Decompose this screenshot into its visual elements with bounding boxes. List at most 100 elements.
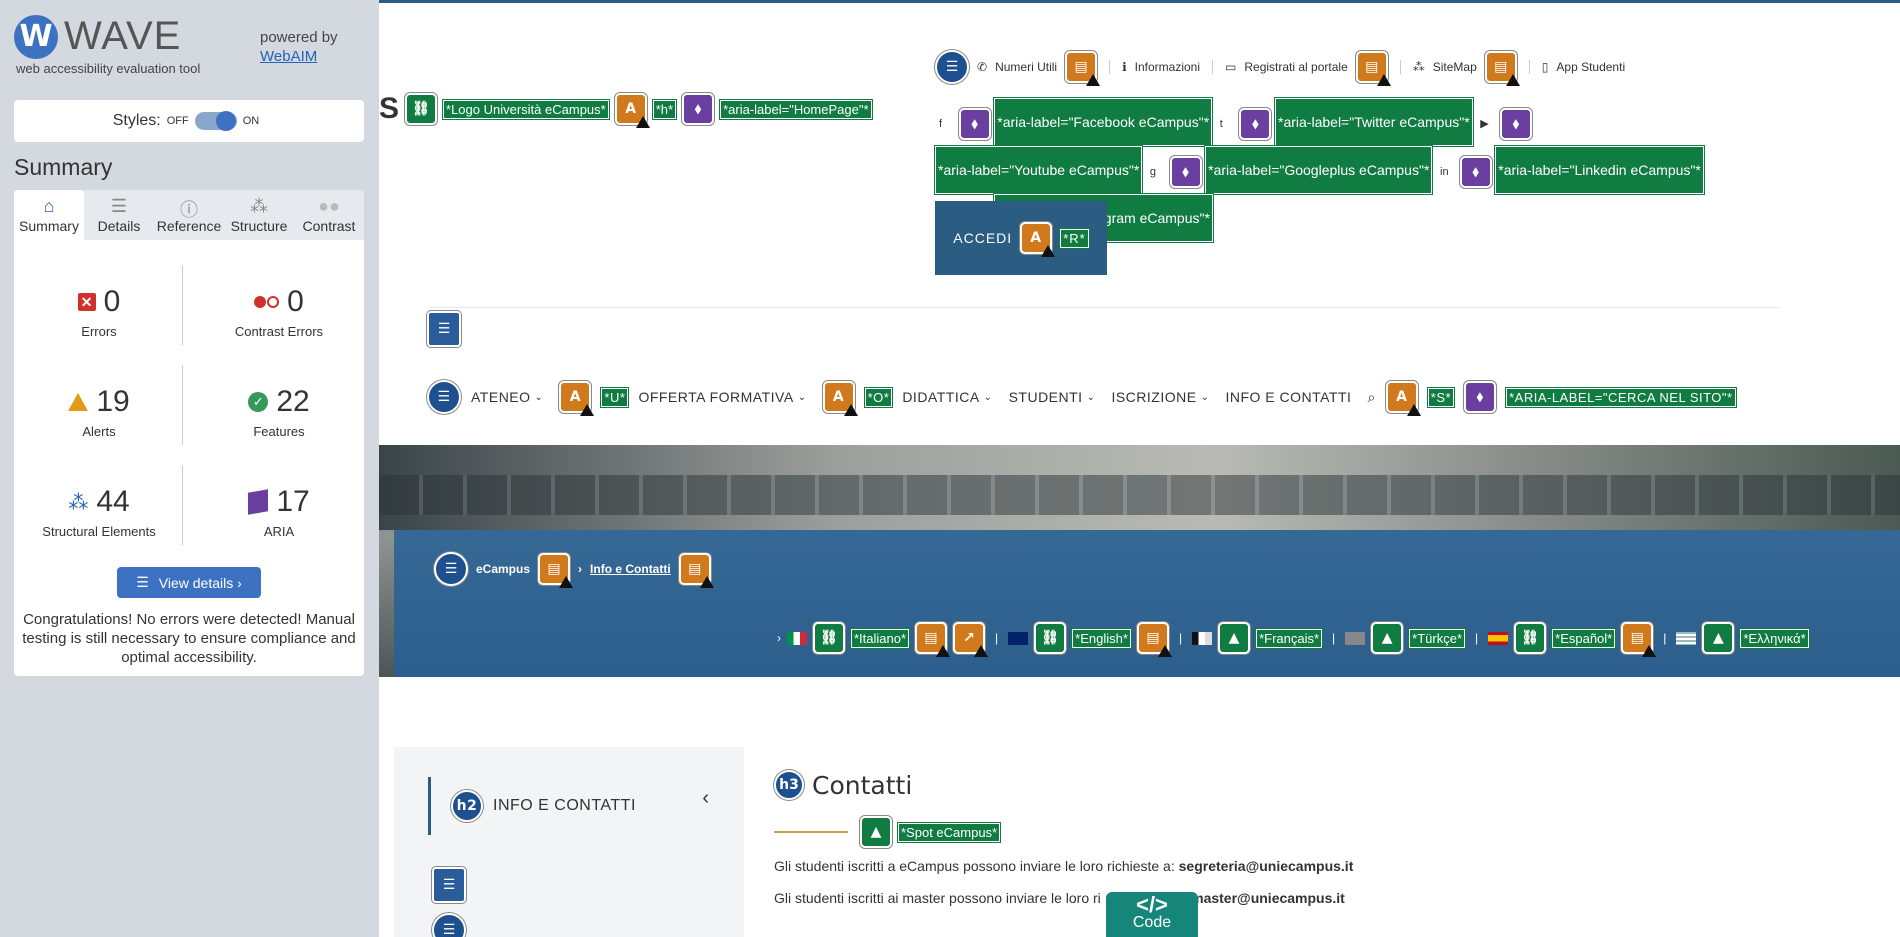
flag-italy-icon [787, 631, 807, 645]
aria-count: 17 [276, 485, 310, 518]
nav-ateneo[interactable]: ATENEO ⌄ [471, 389, 543, 405]
card-icon: ▭ [1225, 60, 1237, 74]
search-icon[interactable]: ⌕ [1367, 389, 1375, 406]
accedi-button[interactable]: ACCEDI A *R* [935, 201, 1107, 275]
chevron-right-icon: › [578, 562, 583, 576]
nav-iscrizione[interactable]: ISCRIZIONE ⌄ [1111, 389, 1209, 405]
chevron-down-icon: ⌄ [1086, 391, 1096, 403]
nav-didattica[interactable]: DIDATTICA ⌄ [902, 389, 992, 405]
contact-line-master: Gli studenti iscritti ai master possono … [774, 890, 1874, 906]
alert-icon: ▤ [915, 622, 951, 657]
contrast-error-icon [254, 296, 280, 308]
main-content: h3 Contatti ▲ *Spot eCampus* Gli student… [774, 770, 1874, 906]
utility-numeri-utili[interactable]: Numeri Utili [995, 60, 1057, 74]
nav-studenti[interactable]: STUDENTI ⌄ [1009, 389, 1096, 405]
check-icon: ✓ [248, 392, 269, 412]
lang-greek[interactable]: *Ελληνικά* [1739, 627, 1810, 649]
structural-count: 44 [96, 485, 130, 518]
nav-info-contatti[interactable]: INFO E CONTATTI [1225, 389, 1351, 405]
linkedin-aria-tag: *aria-label="Linkedin eCampus"* [1494, 145, 1705, 195]
stat-features: ✓ 22 Features [194, 382, 364, 439]
stat-structural: ⁂ 44 Structural Elements [14, 482, 184, 539]
top-rule [379, 0, 1900, 3]
spot-tag: *Spot eCampus* [896, 821, 1002, 843]
lang-francais[interactable]: *Français* [1255, 627, 1324, 649]
website-viewport: S ⛓ *Logo Università eCampus* A *h* ⬧ *a… [379, 0, 1900, 937]
contact-line-students: Gli studenti iscritti a eCampus possono … [774, 858, 1874, 874]
wave-tabs: ⌂ Summary ☰ Details ⓘ Reference ⁂ Struct… [14, 190, 364, 240]
aria-tag-icon: ⬧ [958, 107, 991, 140]
list-icon: ☰ [427, 380, 461, 414]
lang-italiano[interactable]: *Italiano* [849, 627, 911, 649]
utility-app-studenti[interactable]: App Studenti [1556, 60, 1625, 74]
code-label: Code [1132, 914, 1172, 931]
segreteria-email[interactable]: segreteria@uniecampus.it [1179, 858, 1354, 874]
utility-informazioni[interactable]: Informazioni [1135, 60, 1200, 74]
divider [1399, 60, 1401, 74]
styles-toggle[interactable] [194, 111, 237, 131]
wave-logo-icon: W [14, 14, 58, 59]
tab-summary[interactable]: ⌂ Summary [14, 190, 84, 240]
gold-divider [774, 831, 848, 833]
chevron-down-icon: ⌄ [534, 391, 544, 403]
utility-sitemap[interactable]: SiteMap [1433, 60, 1477, 74]
divider: | [995, 631, 999, 645]
googleplus-icon[interactable]: g [1150, 150, 1162, 194]
site-logo-row[interactable]: S ⛓ *Logo Università eCampus* A *h* ⬧ *a… [379, 92, 873, 128]
list-icon: ☰ [434, 552, 468, 586]
summary-stats-card: ✕ 0 Errors 0 Contrast Errors 19 Alerts ✓ 2… [14, 240, 364, 676]
hero-windows [379, 475, 1900, 515]
tab-reference[interactable]: ⓘ Reference [154, 190, 224, 240]
breadcrumb-home[interactable]: eCampus [476, 562, 530, 576]
image-icon: ▲ [1371, 622, 1404, 654]
alert-icon: ▤ [1355, 51, 1391, 86]
tab-details[interactable]: ☰ Details [84, 190, 154, 240]
wave-logo[interactable]: W WAVE [14, 14, 181, 59]
nav-studenti-label: STUDENTI [1008, 389, 1083, 405]
master-email[interactable]: io.master@uniecampus.it [1175, 890, 1345, 906]
logo-alt-tag: *Logo Università eCampus* [442, 98, 610, 120]
webaim-link[interactable]: WebAIM [260, 47, 338, 66]
alert-a-icon: A [1020, 222, 1056, 257]
lang-turkce[interactable]: *Türkçe* [1408, 627, 1467, 649]
youtube-icon[interactable]: ▶ [1480, 102, 1492, 146]
language-switcher: › ⛓ *Italiano* ▤ ↗ | ⛓ *English* ▤ | ▲ *… [777, 622, 1810, 657]
features-label: Features [253, 424, 305, 439]
code-button[interactable]: </> Code [1106, 892, 1198, 937]
list-icon: ☰ [935, 50, 969, 84]
chevron-left-icon[interactable]: ‹ [702, 787, 709, 810]
tab-reference-label: Reference [156, 218, 222, 234]
facebook-icon[interactable]: f [939, 102, 951, 146]
twitter-icon[interactable]: t [1220, 102, 1232, 146]
view-details-button[interactable]: ☰ View details › [117, 567, 261, 598]
lang-english[interactable]: *English* [1071, 627, 1132, 649]
home-icon: ⌂ [43, 196, 55, 216]
linkedin-icon[interactable]: in [1440, 150, 1452, 194]
tab-contrast[interactable]: ●● Contrast [294, 190, 364, 240]
utility-registrati[interactable]: Registrati al portale [1244, 60, 1347, 74]
divider: | [1475, 631, 1479, 645]
tab-summary-label: Summary [19, 218, 79, 234]
logo-h-tag: *h* [651, 98, 678, 120]
chevron-down-icon: ⌄ [797, 391, 807, 403]
search-aria-tag: *ARIA-LABEL="CERCA NEL SITO"* [1505, 386, 1737, 408]
tab-structure[interactable]: ⁂ Structure [224, 190, 294, 240]
css-icon: ☰ [427, 311, 461, 347]
nav-offerta-tag: *O* [863, 386, 894, 408]
stat-errors: ✕ 0 Errors [14, 282, 184, 339]
styles-label: Styles: [112, 112, 161, 129]
h3-icon: h3 [774, 770, 804, 800]
chevron-down-icon: ⌄ [1200, 391, 1210, 403]
css-structure-icon: ☰ [427, 311, 461, 347]
alerts-label: Alerts [82, 424, 116, 439]
lang-espanol[interactable]: *Español* [1551, 627, 1617, 649]
breadcrumb-current[interactable]: Info e Contatti [590, 562, 671, 576]
phone-icon: ✆ [977, 60, 988, 74]
nav-offerta-formativa[interactable]: OFFERTA FORMATIVA ⌄ [638, 389, 806, 405]
errors-label: Errors [81, 324, 117, 339]
nav-ateneo-tag: *U* [600, 386, 630, 408]
structural-label: Structural Elements [42, 524, 156, 539]
structure-icon: ⁂ [250, 196, 268, 216]
aria-tag-icon: ⬧ [1459, 155, 1492, 188]
alerts-count: 19 [96, 385, 130, 418]
